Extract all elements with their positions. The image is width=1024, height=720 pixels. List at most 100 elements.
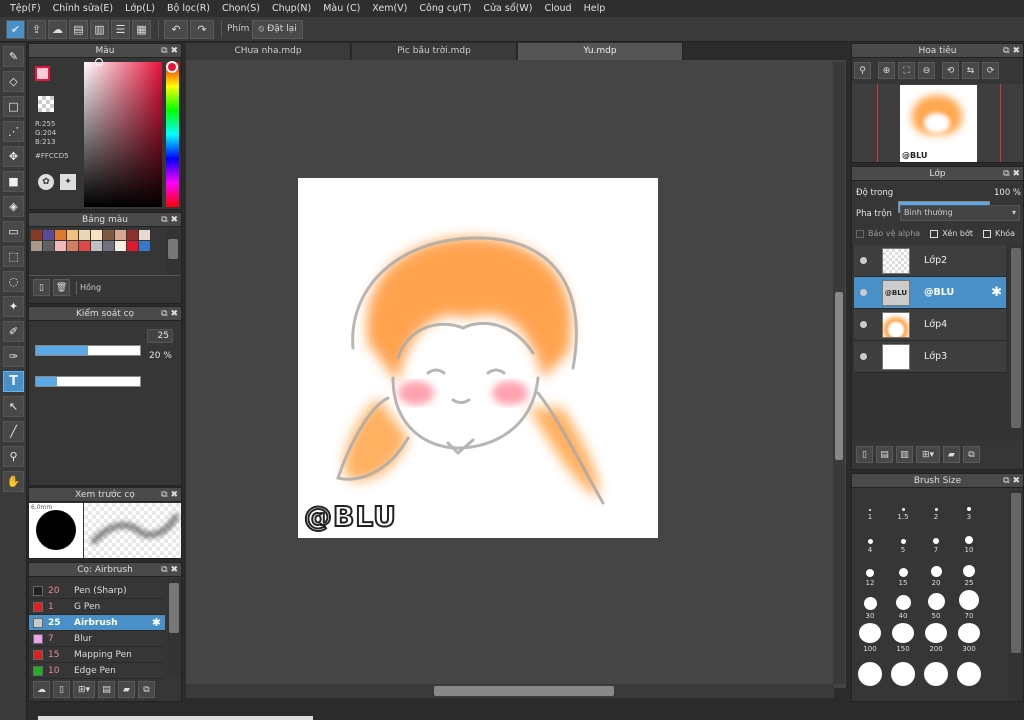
brush-size-preset[interactable]: [921, 656, 951, 686]
brush-list-scrollbar[interactable]: [167, 579, 181, 677]
palette-wheel-icon[interactable]: ✿: [38, 174, 54, 190]
tab-yu[interactable]: Yu.mdp: [518, 43, 683, 60]
layer-row-lop2[interactable]: Lớp2: [854, 245, 1006, 277]
menu-item-4[interactable]: Chọn(S): [216, 3, 266, 14]
brush-size-preset[interactable]: 30: [855, 590, 885, 620]
chat-icon[interactable]: ☁: [48, 19, 67, 39]
menu-item-5[interactable]: Chụp(N): [266, 3, 317, 14]
select-mode-icon[interactable]: ✔: [6, 19, 25, 39]
brush-opacity-slider[interactable]: [35, 376, 141, 387]
text-tool-icon[interactable]: T: [3, 371, 24, 392]
drawing-canvas[interactable]: @BLU: [298, 178, 658, 538]
transparent-color-swatch[interactable]: [38, 96, 54, 112]
sv-cursor[interactable]: [95, 58, 103, 66]
layer-row-blu[interactable]: @BLU @BLU ✱: [854, 277, 1006, 309]
palette-scrollbar[interactable]: [166, 229, 180, 274]
comment-icon[interactable]: ▤: [69, 19, 88, 39]
new-palette-icon[interactable]: ▯: [33, 279, 50, 296]
brush-size-preset[interactable]: 3: [954, 491, 984, 521]
bucket-tool-icon[interactable]: ◈: [3, 196, 24, 217]
fill-rect-tool-icon[interactable]: ■: [3, 171, 24, 192]
gear-icon[interactable]: ✱: [152, 616, 161, 629]
new-layer-icon[interactable]: ▯: [856, 446, 873, 463]
menu-item-3[interactable]: Bộ lọc(R): [161, 3, 216, 14]
cloud-brush-icon[interactable]: ☁: [33, 681, 50, 698]
add-brush-icon[interactable]: ⊞▾: [73, 681, 95, 698]
tab-chua-nha[interactable]: CHưa nha.mdp: [186, 43, 351, 60]
panel-controls-icon[interactable]: ⧉ ✖: [1003, 167, 1020, 181]
layer-list-scrollbar[interactable]: [1009, 245, 1023, 441]
operation-tool-icon[interactable]: ↖: [3, 396, 24, 417]
gear-icon[interactable]: ✱: [991, 285, 1002, 300]
brush-item[interactable]: 20 Pen (Sharp): [29, 583, 165, 599]
menu-item-1[interactable]: Chỉnh sửa(E): [47, 3, 120, 14]
brush-item[interactable]: 7 Blur: [29, 631, 165, 647]
canvas-vertical-scrollbar[interactable]: [833, 62, 845, 684]
brush-size-preset[interactable]: 40: [888, 590, 918, 620]
rectangle-tool-icon[interactable]: □: [3, 96, 24, 117]
brush-settings-icon[interactable]: ▤: [98, 681, 115, 698]
brush-size-preset[interactable]: 1.5: [888, 491, 918, 521]
protect-alpha-checkbox[interactable]: [856, 229, 864, 238]
share-icon[interactable]: ⇪: [27, 19, 46, 39]
palette-swatch[interactable]: [67, 241, 78, 251]
brush-size-preset[interactable]: 2: [921, 491, 951, 521]
palette-swatch[interactable]: [139, 241, 150, 251]
layer-row-lop3[interactable]: Lớp3: [854, 341, 1006, 373]
palette-swatch[interactable]: [31, 241, 42, 251]
hue-slider[interactable]: [166, 62, 179, 207]
page-icon[interactable]: ▥: [90, 19, 109, 39]
brush-folder-icon[interactable]: ▰: [118, 681, 135, 698]
eye-icon[interactable]: [860, 353, 867, 360]
brush-size-preset[interactable]: 150: [888, 623, 918, 653]
layer-row-lop4[interactable]: Lớp4: [854, 309, 1006, 341]
new-8bit-layer-icon[interactable]: ▥: [896, 446, 913, 463]
color-picker-icon[interactable]: ✦: [60, 174, 76, 190]
brush-size-preset[interactable]: 1: [855, 491, 885, 521]
brush-item[interactable]: 10 Edge Pen: [29, 663, 165, 679]
menu-item-0[interactable]: Tệp(F): [4, 3, 47, 14]
brush-size-preset[interactable]: 100: [855, 623, 885, 653]
menu-item-7[interactable]: Xem(V): [366, 3, 413, 14]
select-eraser-tool-icon[interactable]: ✑: [3, 346, 24, 367]
eyedropper-tool-icon[interactable]: ⚲: [3, 446, 24, 467]
brush-size-slider[interactable]: [35, 345, 141, 356]
palette-swatch[interactable]: [43, 241, 54, 251]
brush-item[interactable]: 15 Mapping Pen: [29, 647, 165, 663]
brush-size-preset[interactable]: 15: [888, 557, 918, 587]
select-pen-tool-icon[interactable]: ✐: [3, 321, 24, 342]
brush-size-preset[interactable]: [888, 656, 918, 686]
lock-checkbox[interactable]: [982, 229, 991, 238]
brush-size-preset[interactable]: 7: [921, 524, 951, 554]
line-tool-icon[interactable]: ╱: [3, 421, 24, 442]
palette-swatch[interactable]: [79, 230, 90, 240]
brush-size-preset[interactable]: 70: [954, 590, 984, 620]
magic-wand-tool-icon[interactable]: ✦: [3, 296, 24, 317]
lasso-tool-icon[interactable]: ◌: [3, 271, 24, 292]
undo-icon[interactable]: ↶: [164, 19, 188, 39]
panel-controls-icon[interactable]: ⧉ ✖: [161, 563, 178, 577]
saturation-value-picker[interactable]: [84, 62, 162, 207]
brush-size-preset[interactable]: 300: [954, 623, 984, 653]
eye-icon[interactable]: [860, 321, 867, 328]
panel-controls-icon[interactable]: ⧉ ✖: [161, 307, 178, 321]
brush-tool-icon[interactable]: ✎: [3, 46, 24, 67]
zoom-out-icon[interactable]: ⊖: [918, 62, 935, 79]
brush-size-value[interactable]: 25: [147, 329, 173, 343]
foreground-color-swatch[interactable]: [35, 66, 50, 81]
panel-controls-icon[interactable]: ⧉ ✖: [1003, 44, 1020, 58]
clipping-checkbox[interactable]: [930, 229, 939, 238]
dot-tool-icon[interactable]: ⋰: [3, 121, 24, 142]
rotate-right-icon[interactable]: ⟳: [982, 62, 999, 79]
list-icon[interactable]: ☰: [111, 19, 130, 39]
duplicate-layer-icon[interactable]: ⧉: [963, 446, 980, 463]
rotate-left-icon[interactable]: ⟲: [942, 62, 959, 79]
redo-icon[interactable]: ↷: [190, 19, 214, 39]
palette-swatch[interactable]: [55, 230, 66, 240]
brush-size-preset[interactable]: [954, 656, 984, 686]
palette-swatch[interactable]: [67, 230, 78, 240]
add-layer-menu-icon[interactable]: ⊞▾: [916, 446, 940, 463]
gradient-tool-icon[interactable]: ▭: [3, 221, 24, 242]
grid-icon[interactable]: ▦: [132, 19, 151, 39]
palette-swatch[interactable]: [91, 230, 102, 240]
